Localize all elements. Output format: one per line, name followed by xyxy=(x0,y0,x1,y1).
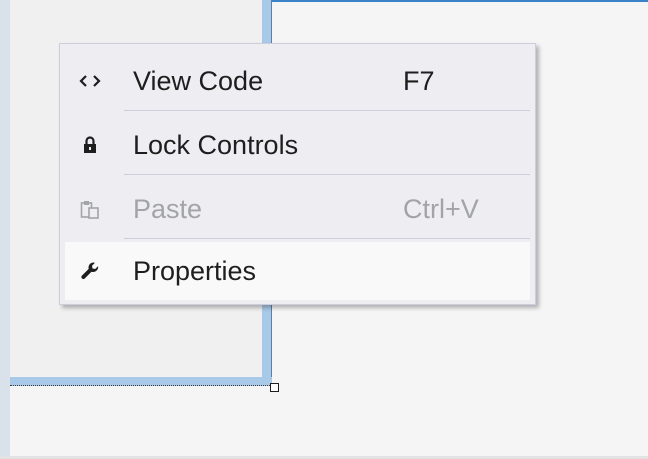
menu-item-properties[interactable]: Properties xyxy=(65,242,530,300)
menu-item-view-code[interactable]: View Code F7 xyxy=(65,52,530,110)
menu-item-paste[interactable]: Paste Ctrl+V xyxy=(65,180,530,238)
form-border-bottom xyxy=(10,377,272,386)
menu-item-lock-controls[interactable]: Lock Controls xyxy=(65,116,530,174)
form-resize-handle[interactable] xyxy=(270,383,279,392)
menu-item-label: View Code xyxy=(133,66,264,96)
menu-separator xyxy=(124,238,530,239)
menu-item-shortcut: F7 xyxy=(403,66,435,96)
wrench-icon xyxy=(75,242,105,300)
menu-item-label: Paste xyxy=(133,194,203,224)
lock-icon xyxy=(75,116,105,174)
menu-separator xyxy=(124,174,530,175)
paste-icon xyxy=(75,180,105,238)
context-menu: View Code F7 Lock Controls Paste Ctrl+V xyxy=(59,43,536,305)
menu-separator xyxy=(124,110,530,111)
code-brackets-icon xyxy=(75,52,105,110)
menu-item-label: Properties xyxy=(133,256,257,286)
menu-item-shortcut: Ctrl+V xyxy=(403,194,479,224)
menu-item-label: Lock Controls xyxy=(133,130,299,160)
designer-left-edge xyxy=(0,0,10,459)
